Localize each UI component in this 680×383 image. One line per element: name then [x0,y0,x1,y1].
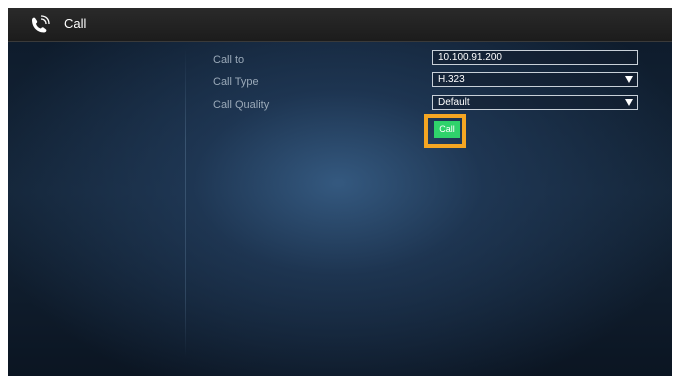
call-to-label: Call to [213,54,245,66]
call-type-label: Call Type [213,76,259,88]
call-button[interactable]: Call [434,121,460,138]
call-quality-select[interactable]: Default [432,95,638,110]
title-bar: Call [8,8,672,42]
call-type-value: H.323 [438,74,465,85]
call-to-value: 10.100.91.200 [438,52,502,63]
call-quality-label: Call Quality [213,99,270,111]
page-title: Call [64,16,87,31]
panel-divider [185,48,186,358]
dropdown-arrow-icon [625,76,633,83]
call-type-select[interactable]: H.323 [432,72,638,87]
call-quality-value: Default [438,97,470,108]
dropdown-arrow-icon [625,99,633,106]
phone-call-icon [32,15,50,33]
call-screen: Call Call to 10.100.91.200 Call Type H.3… [8,8,672,376]
call-to-input[interactable]: 10.100.91.200 [432,50,638,65]
